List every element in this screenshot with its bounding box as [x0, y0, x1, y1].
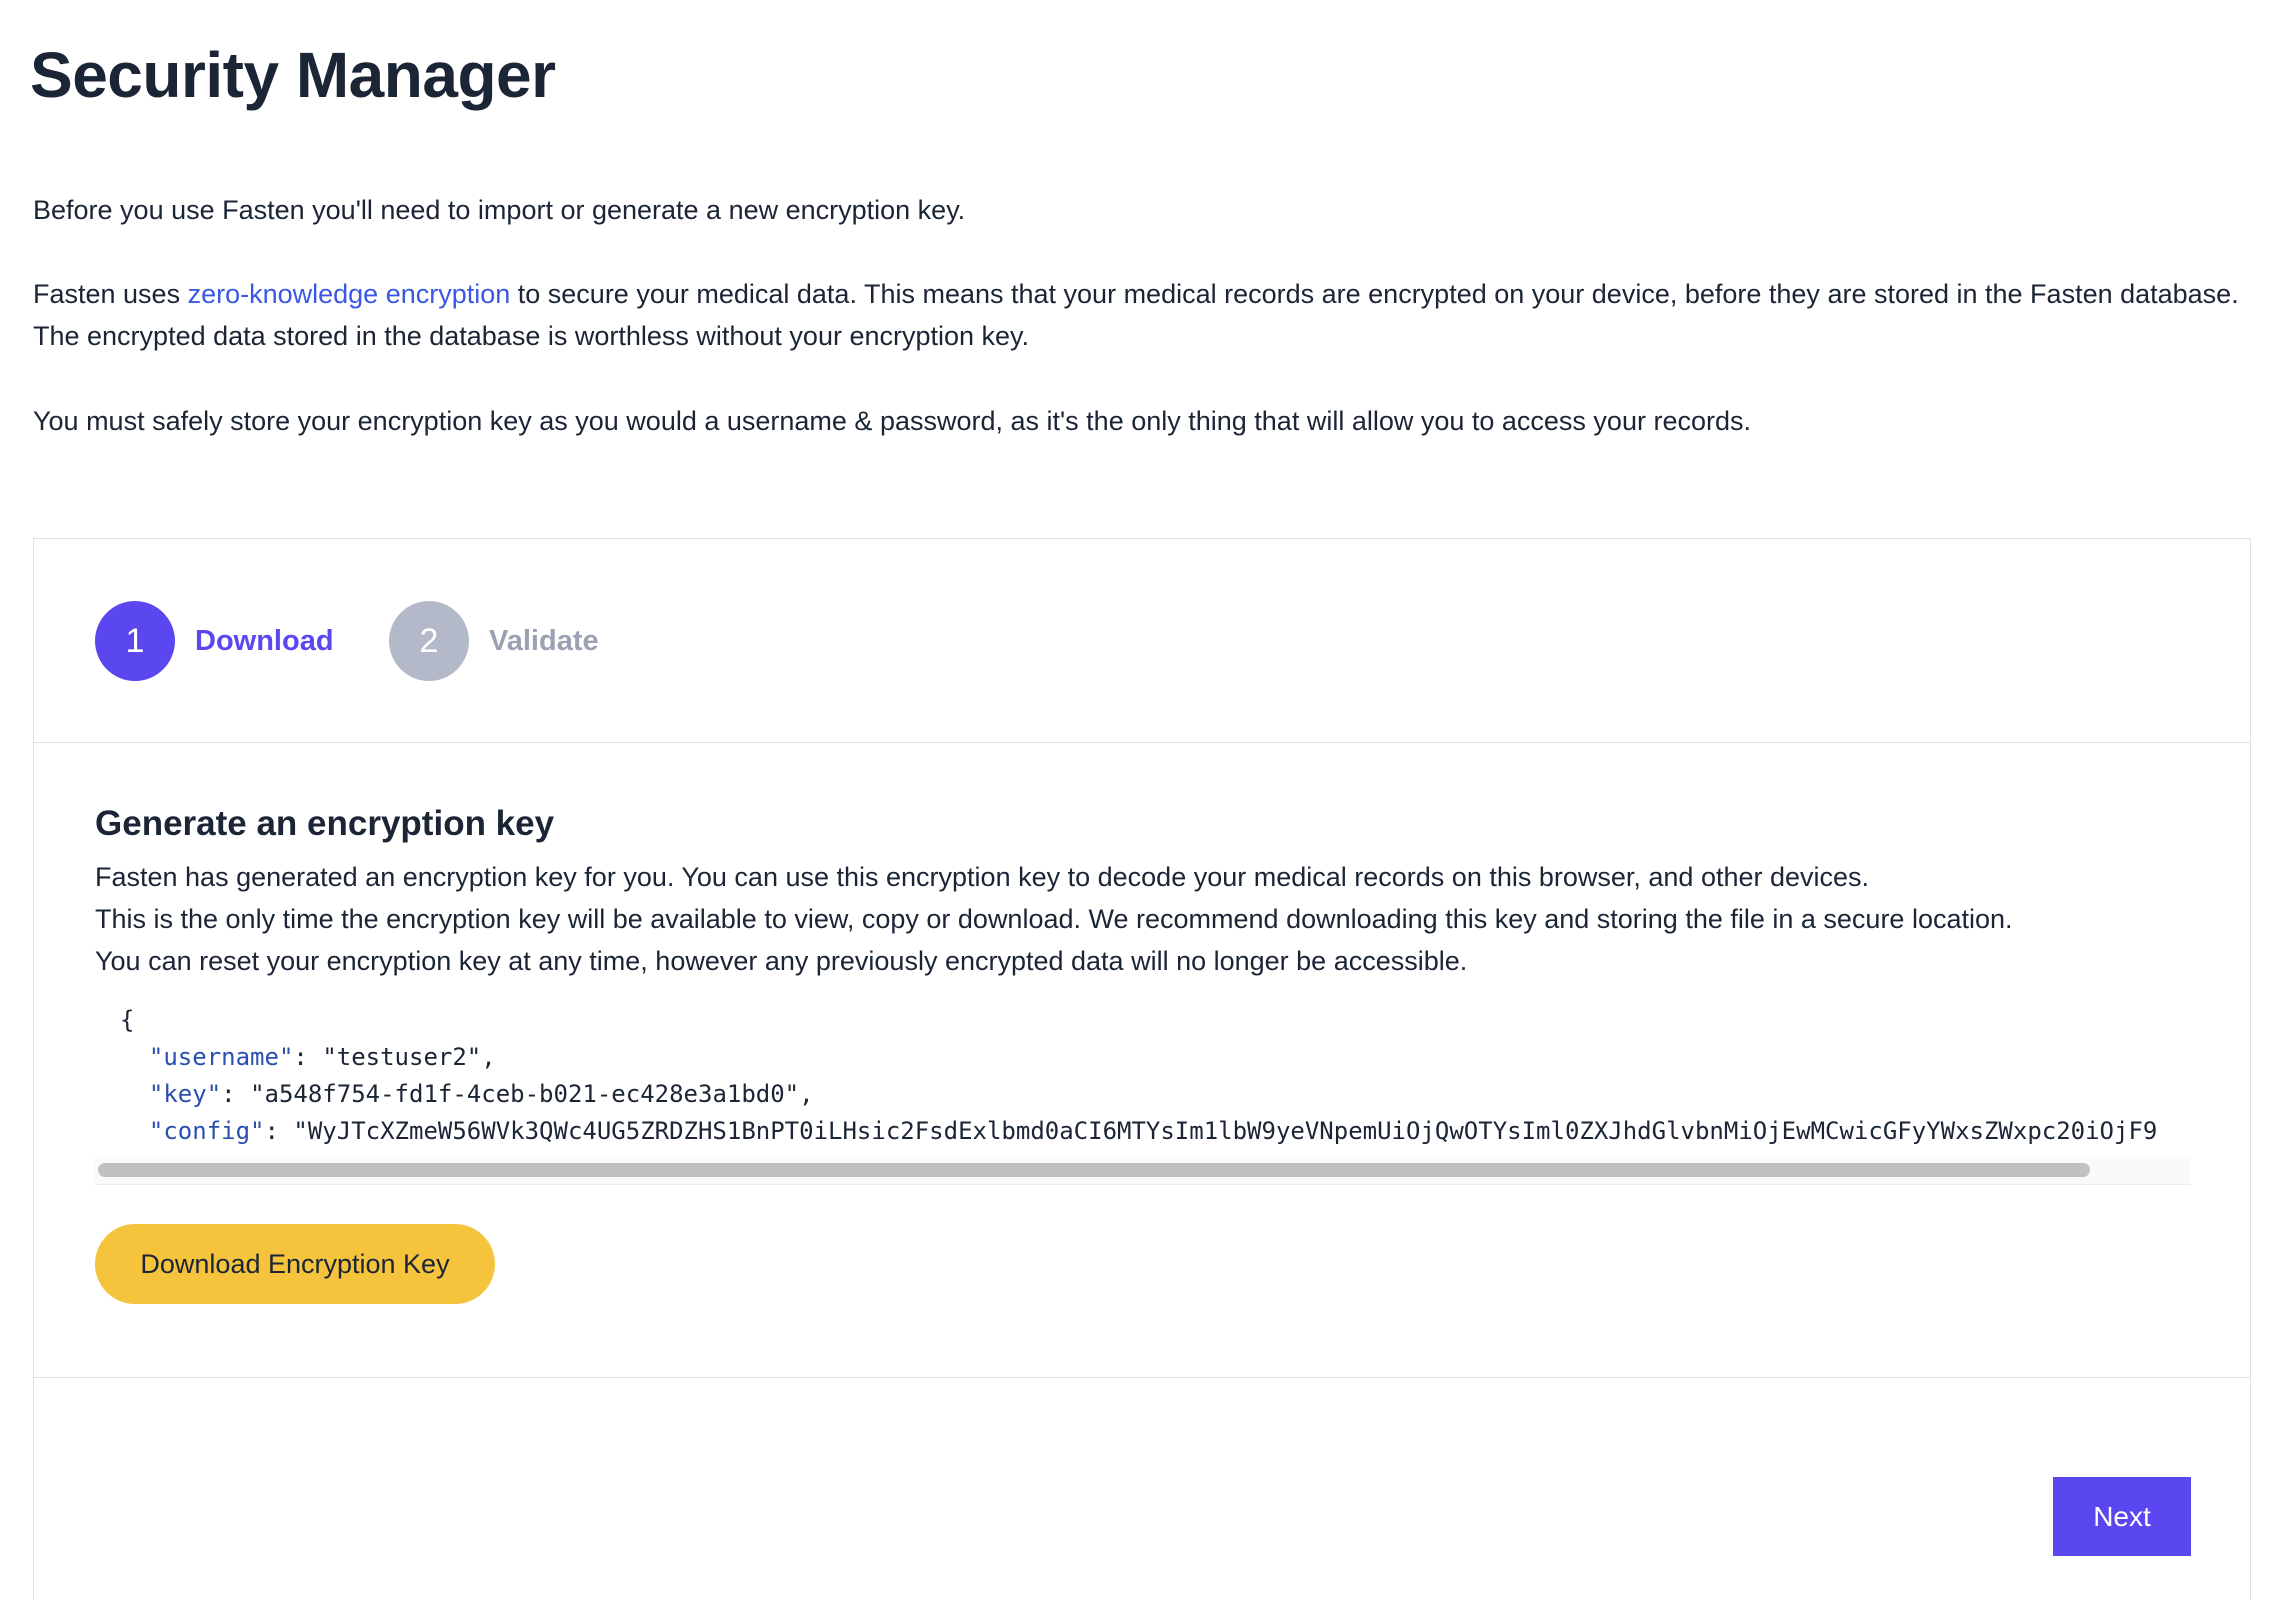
step-label: Validate — [489, 624, 599, 657]
wizard-footer — [34, 1378, 2250, 1601]
wizard-stepper: 1 Download 2 Validate — [34, 539, 2250, 743]
json-value-username: "testuser2" — [322, 1043, 482, 1071]
json-open-brace: { — [120, 1006, 135, 1034]
json-value-key: "a548f754-fd1f-4ceb-b021-ec428e3a1bd0" — [250, 1080, 800, 1108]
intro-paragraph-import: Before you use Fasten you'll need to imp… — [33, 195, 966, 225]
encryption-key-code-block[interactable]: { "username": "testuser2", "key": "a548f… — [95, 1002, 2191, 1157]
json-key-key: "key" — [148, 1080, 222, 1108]
download-encryption-key-button[interactable]: Download Encryption Key — [95, 1224, 495, 1304]
encryption-key-wizard-card: 1 Download 2 Validate Generate an encryp… — [33, 538, 2251, 1600]
json-key-config: "config" — [148, 1117, 265, 1145]
generate-key-section: Generate an encryption key Fasten has ge… — [34, 742, 2250, 1378]
step-number-badge: 2 — [389, 601, 469, 681]
description-line: You can reset your encryption key at any… — [95, 946, 1468, 976]
page-title: Security Manager — [30, 39, 556, 111]
section-description: Fasten has generated an encryption key f… — [95, 856, 2013, 982]
step-validate[interactable]: 2 Validate — [389, 601, 599, 681]
description-line: Fasten has generated an encryption key f… — [95, 862, 1870, 892]
step-download[interactable]: 1 Download — [95, 601, 334, 681]
intro-paragraph-store-key: You must safely store your encryption ke… — [33, 406, 1751, 436]
zero-knowledge-encryption-link[interactable]: zero-knowledge encryption — [188, 279, 511, 309]
intro-paragraph-encryption: Fasten uses zero-knowledge encryption to… — [33, 273, 2253, 357]
json-value-config: "WyJTcXZmeW56WVk3QWc4UG5ZRDZHS1BnPT0iLHs… — [293, 1117, 2158, 1145]
horizontal-scrollbar[interactable] — [95, 1156, 2191, 1185]
step-number-badge: 1 — [95, 601, 175, 681]
scrollbar-thumb[interactable] — [98, 1163, 2090, 1177]
description-line: This is the only time the encryption key… — [95, 904, 2013, 934]
json-key-username: "username" — [148, 1043, 294, 1071]
step-label: Download — [195, 624, 334, 657]
intro-text-before-link: Fasten uses — [33, 279, 188, 309]
encryption-key-json: { "username": "testuser2", "key": "a548f… — [95, 1002, 2191, 1156]
next-button[interactable]: Next — [2053, 1477, 2191, 1556]
section-title: Generate an encryption key — [95, 804, 555, 843]
